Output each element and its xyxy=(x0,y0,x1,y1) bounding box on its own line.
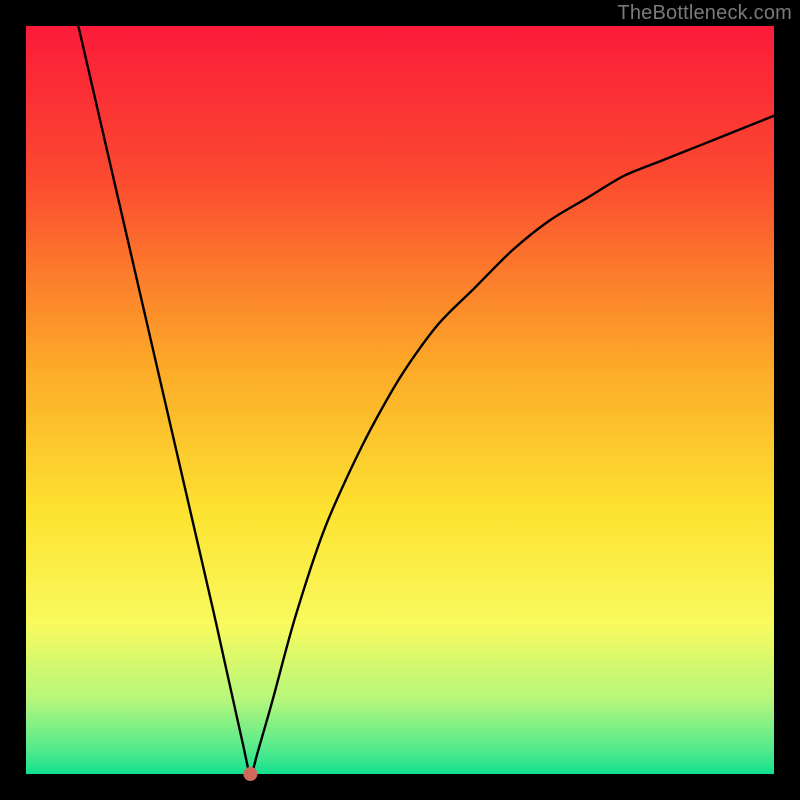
bottleneck-chart xyxy=(0,0,800,800)
plot-area xyxy=(26,26,774,774)
chart-container: TheBottleneck.com xyxy=(0,0,800,800)
minimum-marker xyxy=(243,767,257,781)
